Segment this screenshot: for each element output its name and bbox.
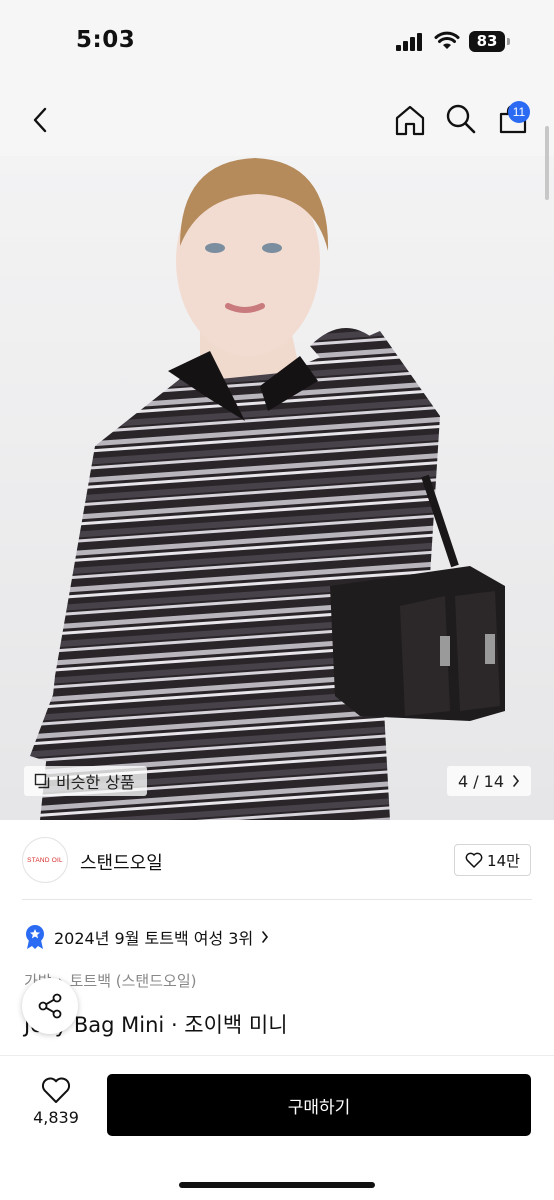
brand-like-button[interactable]: 14만 (454, 844, 531, 876)
brand-logo-text: STAND OIL (27, 856, 63, 864)
similar-products-button[interactable]: 비슷한 상품 (24, 766, 147, 796)
home-button[interactable] (390, 100, 430, 140)
share-button[interactable] (22, 978, 78, 1034)
status-bar: 5:03 83 (0, 0, 554, 84)
top-nav (0, 84, 554, 156)
wifi-icon (434, 31, 460, 49)
search-icon (446, 104, 476, 134)
battery-icon: 83 (469, 31, 505, 52)
chevron-right-icon (262, 931, 269, 943)
divider (22, 899, 532, 900)
ranking-text: 2024년 9월 토트백 여성 3위 (54, 929, 254, 948)
product-image[interactable] (0, 156, 554, 820)
product-like-button[interactable]: 4,839 (26, 1076, 86, 1134)
home-indicator (179, 1182, 375, 1188)
product-like-count: 4,839 (33, 1108, 79, 1127)
heart-icon (41, 1077, 71, 1103)
heart-icon (465, 852, 483, 868)
image-counter-button[interactable]: 4 / 14 (447, 766, 531, 796)
search-button[interactable] (442, 100, 480, 138)
copy-icon (34, 773, 50, 789)
image-counter: 4 / 14 (457, 771, 505, 791)
cart-count-badge: 11 (508, 101, 530, 123)
ranking-link[interactable]: 2024년 9월 토트백 여성 3위 (24, 924, 269, 950)
chevron-right-icon (513, 775, 520, 787)
ranking-badge-icon (26, 925, 44, 949)
brand-logo[interactable]: STAND OIL (22, 837, 68, 883)
home-icon (395, 105, 425, 136)
status-time: 5:03 (76, 27, 136, 53)
similar-products-label: 비슷한 상품 (56, 773, 135, 792)
product-photo (30, 158, 505, 820)
back-chevron-icon (33, 107, 47, 133)
brand-row: STAND OIL 스탠드오일 14만 (0, 820, 554, 900)
scroll-indicator (545, 126, 549, 200)
breadcrumb-subcategory[interactable]: 토트백 (스탠드오일) (70, 970, 197, 991)
purchase-bar: 4,839 구매하기 (0, 1055, 554, 1200)
share-icon (38, 993, 62, 1019)
buy-button[interactable]: 구매하기 (107, 1074, 531, 1136)
brand-name[interactable]: 스탠드오일 (80, 849, 163, 875)
back-button[interactable] (22, 102, 58, 138)
battery-tip (507, 38, 510, 45)
brand-like-count: 14만 (487, 851, 520, 870)
cellular-signal-icon (396, 33, 426, 51)
